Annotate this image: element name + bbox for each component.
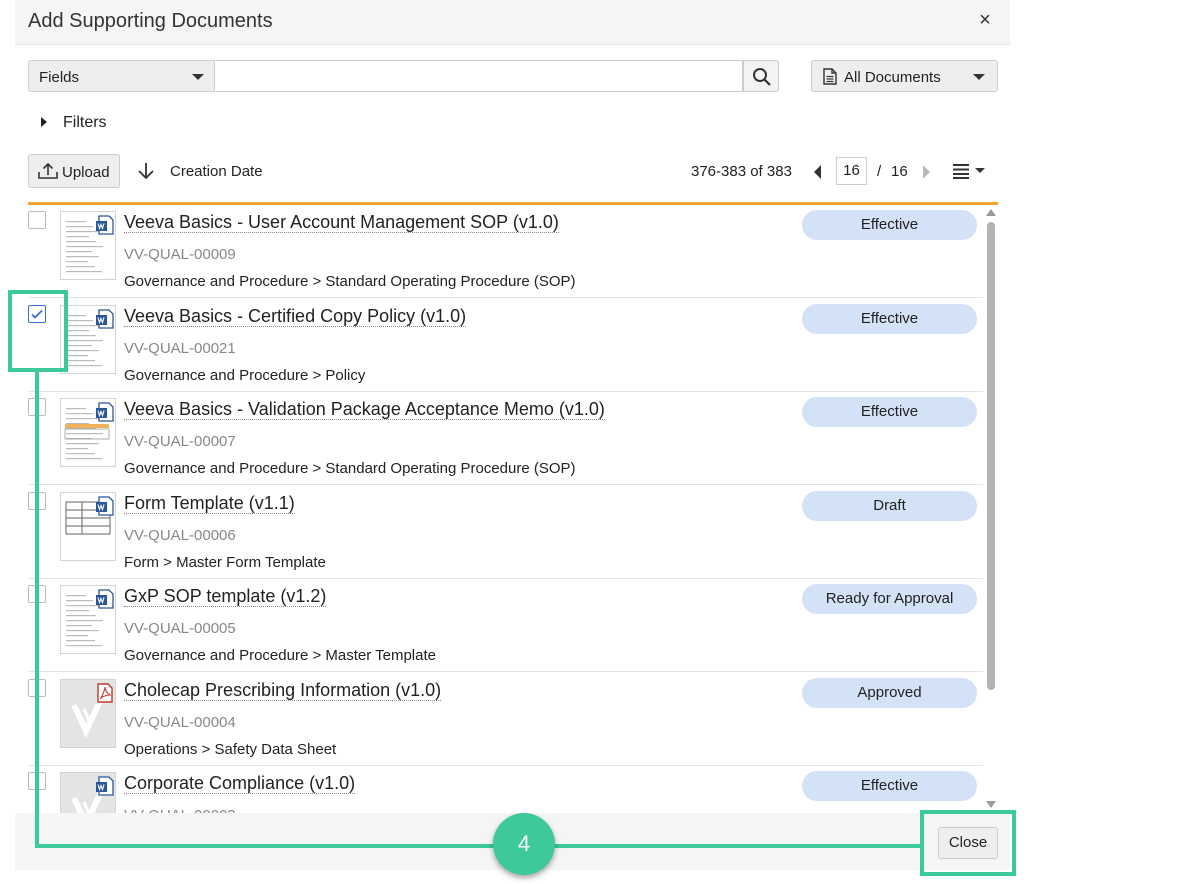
status-badge: Draft [802,491,977,521]
document-number: VV-QUAL-00007 [124,433,236,450]
total-pages: 16 [891,163,908,180]
document-title-link[interactable]: Veeva Basics - Validation Package Accept… [124,399,605,420]
close-button-highlight [920,810,1016,876]
chevron-down-icon [975,168,985,173]
page-separator: / [877,163,882,180]
sort-field-label[interactable]: Creation Date [170,163,263,180]
checkbox-highlight [8,290,68,372]
document-number: VV-QUAL-00006 [124,527,236,544]
word-icon [96,496,114,516]
document-row[interactable]: Form Template (v1.1) VV-QUAL-00006 Form > … [28,486,983,579]
document-thumbnail[interactable] [60,492,116,561]
document-type: Operations > Safety Data Sheet [124,741,337,758]
scroll-down-icon[interactable] [986,801,996,808]
scroll-up-icon[interactable] [986,209,996,216]
previous-page-icon[interactable] [814,165,821,179]
document-icon [823,68,837,85]
connector-vertical [35,372,39,848]
search-button[interactable] [743,60,779,92]
list-scrollbar[interactable] [985,205,998,813]
document-row[interactable]: Cholecap Prescribing Information (v1.0) V… [28,673,983,766]
status-badge: Effective [802,304,977,334]
document-thumbnail[interactable] [60,211,116,280]
select-checkbox[interactable] [28,211,46,229]
filters-label: Filters [63,114,107,131]
word-icon [96,215,114,235]
document-number: VV-QUAL-00021 [124,340,236,357]
upload-icon [38,162,58,179]
document-title-link[interactable]: Veeva Basics - User Account Management S… [124,212,559,233]
document-row[interactable]: GxP SOP template (v1.2) VV-QUAL-00005 Gove… [28,579,983,672]
document-thumbnail[interactable] [60,305,116,374]
document-number: VV-QUAL-00009 [124,246,236,263]
pdf-icon [97,683,113,703]
document-type: Governance and Procedure > Standard Oper… [124,273,576,290]
sort-descending-icon[interactable] [137,161,155,181]
document-title-link[interactable]: Veeva Basics - Certified Copy Policy (v1… [124,306,467,327]
status-badge: Effective [802,210,977,240]
document-thumbnail[interactable] [60,772,116,813]
step-number-badge: 4 [493,813,555,875]
word-icon [96,776,114,796]
next-page-icon[interactable] [923,165,930,179]
document-title-link[interactable]: Cholecap Prescribing Information (v1.0) [124,680,442,701]
add-supporting-documents-dialog: Add Supporting Documents × Fields All Do… [15,0,1010,870]
document-title-link[interactable]: Form Template (v1.1) [124,493,295,514]
status-badge: Effective [802,397,977,427]
document-number: VV-QUAL-00004 [124,714,236,731]
fields-dropdown-label: Fields [39,69,80,86]
document-type: Governance and Procedure > Policy [124,367,366,384]
document-thumbnail[interactable] [60,679,116,748]
view-options-menu[interactable] [953,161,989,181]
scrollbar-thumb[interactable] [987,222,995,690]
document-list: Veeva Basics - User Account Management S… [28,205,998,813]
fields-dropdown[interactable]: Fields [28,60,215,92]
list-view-icon [953,164,969,179]
document-row[interactable]: Veeva Basics - Certified Copy Policy (v1… [28,299,983,392]
upload-button[interactable]: Upload [28,154,120,188]
filters-toggle[interactable]: Filters [41,114,107,132]
search-input[interactable] [216,60,743,92]
chevron-down-icon [973,74,985,80]
connector-horizontal [35,844,923,848]
word-icon [96,402,114,422]
expand-arrow-icon [41,117,47,127]
document-title-link[interactable]: Corporate Compliance (v1.0) [124,773,356,794]
document-row[interactable]: Veeva Basics - Validation Package Accept… [28,392,983,485]
document-thumbnail[interactable] [60,398,116,467]
status-badge: Ready for Approval [802,584,977,614]
document-type: Governance and Procedure > Standard Oper… [124,460,576,477]
page-number-input[interactable]: 16 [836,157,867,185]
document-scope-dropdown[interactable]: All Documents [811,60,998,92]
dialog-title: Add Supporting Documents [28,10,273,32]
close-icon[interactable]: × [973,8,997,32]
document-number: VV-QUAL-00005 [124,620,236,637]
document-scope-label: All Documents [844,69,941,86]
upload-label: Upload [62,164,110,181]
results-range: 376-383 of 383 [691,163,792,180]
status-badge: Effective [802,771,977,801]
status-badge: Approved [802,678,977,708]
document-thumbnail[interactable] [60,585,116,654]
word-icon [96,309,114,329]
dialog-header: Add Supporting Documents × [15,0,1010,45]
document-row[interactable]: Corporate Compliance (v1.0)VV-QUAL-00003… [28,766,983,813]
document-type: Form > Master Form Template [124,554,326,571]
word-icon [96,589,114,609]
search-icon [753,68,771,86]
document-title-link[interactable]: GxP SOP template (v1.2) [124,586,327,607]
document-row[interactable]: Veeva Basics - User Account Management S… [28,205,983,298]
document-type: Governance and Procedure > Master Templa… [124,647,436,664]
chevron-down-icon [192,74,204,80]
